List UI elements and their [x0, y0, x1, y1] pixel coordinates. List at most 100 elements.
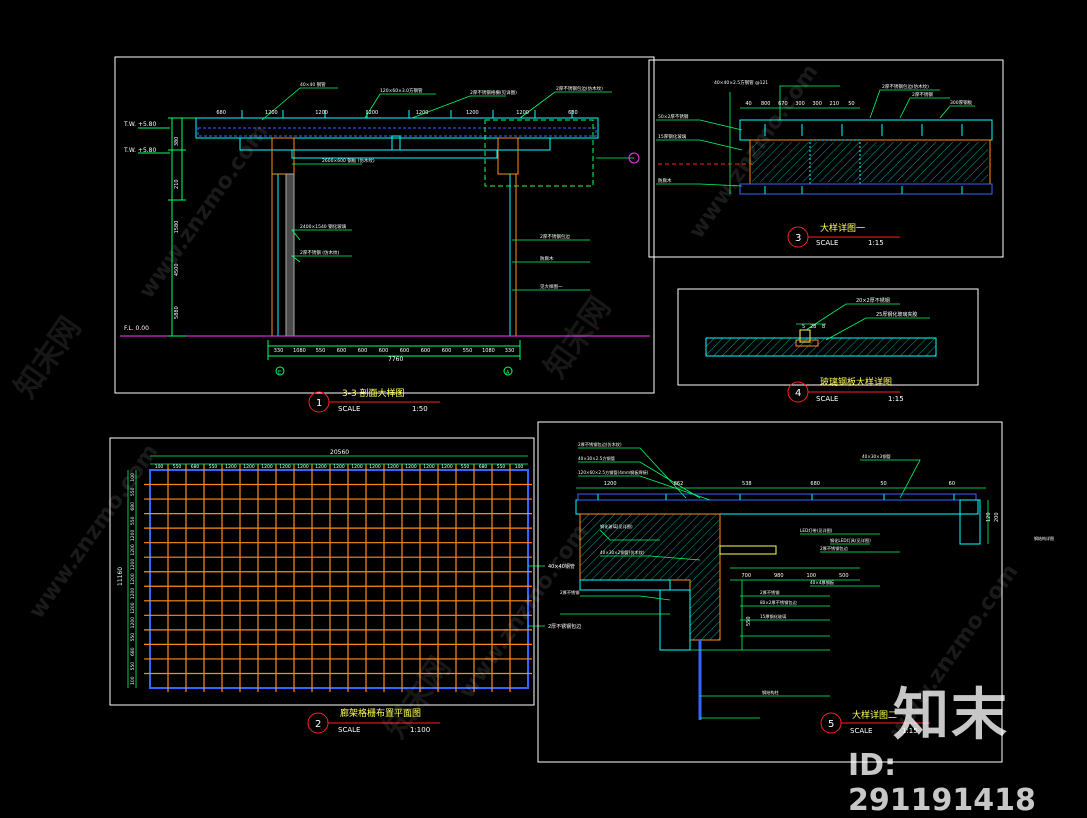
d5-note-2: 120×60×2.5方钢管(4mm钢板焊接)	[578, 469, 649, 476]
grid-plan-lines	[144, 464, 532, 692]
watermark-brand-1: 知末网	[8, 311, 88, 405]
d5-note-10: 40×4厚钢板	[810, 579, 835, 586]
d5-note-11: 2厚不锈钢	[760, 589, 779, 596]
d2-top-dim-4: 1200	[225, 464, 237, 470]
drawing-1-title: 3-3 剖面大样图	[342, 387, 405, 399]
d1-bottom-dim-4: 600	[358, 348, 368, 354]
d1-bottom-dim-8: 600	[442, 348, 452, 354]
d2-top-dim-17: 550	[461, 464, 470, 470]
level-label-2: T.W. +5.80	[123, 147, 156, 154]
d3-note-2: 2厚不锈钢	[912, 91, 933, 98]
d1-note-4: 2400×1540 钢化玻璃	[300, 223, 347, 230]
d2-top-dim-14: 1200	[405, 464, 417, 470]
d5-note-12: 80×2厚不锈钢包边	[760, 599, 797, 606]
plan-total-width: 20560	[330, 449, 349, 456]
d5-note-9: 2厚不锈钢包边	[820, 545, 849, 552]
d2-left-dim-14: 100	[130, 676, 136, 685]
d5-mid-dim-1: 980	[774, 573, 784, 579]
d1-note-3: 2厚不锈钢包边(仿木纹)	[556, 85, 603, 92]
d2-left-dim-9: 1200	[130, 602, 136, 614]
d2-left-dim-3: 550	[130, 516, 136, 525]
drawing-5-right-dim-2: 200	[994, 512, 1000, 522]
d1-bottom-dim-9: 550	[463, 348, 473, 354]
d1-bottom-dim-1: 1080	[293, 348, 306, 354]
d5-note-4: 钢化玻璃(见详图)	[600, 523, 633, 530]
drawing-1-number: 1	[316, 398, 322, 409]
d2-top-dim-5: 1200	[243, 464, 255, 470]
drawing-1-scale-label: SCALE	[338, 405, 360, 413]
d1-bottom-dim-11: 330	[505, 348, 515, 354]
drawing-5-number: 5	[828, 719, 834, 730]
drawing-4-scale-value: 1:15	[888, 395, 904, 403]
drawing-1-scale-value: 1:50	[412, 405, 428, 413]
drawing-1-top-dims: 680 1200 1200 1200 1200 1200 1200 680	[216, 110, 577, 116]
drawing-5-mid-dims: 700 980 100 500	[741, 573, 848, 579]
d2-left-dim-11: 550	[130, 633, 136, 642]
d1-note-9: 见大样图一	[540, 283, 563, 290]
plan-total-height: 11160	[117, 567, 124, 586]
d5-top-dim-1: 862	[674, 481, 684, 487]
drawing-3-scale-label: SCALE	[816, 239, 838, 247]
d3-dim-6: 50	[848, 101, 854, 107]
d5-note-13: 15厚钢化玻璃	[760, 613, 786, 620]
drawing-2-top-dims: 100 550 680 550 1200 1200 1200 1200 1200 1200 1200…	[155, 464, 524, 470]
level-label-3: F.L. 0.00	[124, 325, 149, 332]
d3-dim-4: 300	[812, 101, 822, 107]
d2-top-dim-13: 1200	[387, 464, 399, 470]
d5-top-dim-2: 538	[742, 481, 752, 487]
d2-left-dim-4: 1200	[130, 530, 136, 542]
d1-bottom-dim-2: 550	[316, 348, 326, 354]
d2-top-dim-9: 1200	[315, 464, 327, 470]
d3-dim-0: 40	[745, 101, 751, 107]
drawing-5-scale-label: SCALE	[850, 727, 872, 735]
watermark-brand-2: 知末网	[538, 291, 618, 385]
watermark-site-4: www.znzmo.com	[454, 520, 593, 704]
drawing-4-dim-2: 28	[810, 324, 816, 330]
d1-bottom-dim-5: 600	[379, 348, 389, 354]
d1-note-6: 2600×600 钢板 (仿木纹)	[322, 157, 375, 164]
d1-top-dim-5: 1200	[466, 110, 479, 116]
d2-top-dim-10: 1200	[333, 464, 345, 470]
d5-note-0: 2厚不锈钢包边(仿木纹)	[578, 441, 622, 448]
d3-note-4: 50×2厚不锈钢	[658, 113, 689, 120]
d2-left-dim-7: 1200	[130, 573, 136, 585]
d1-left-dim-1: 210	[174, 179, 180, 189]
d1-bottom-dim-3: 600	[337, 348, 347, 354]
drawing-2-note-2: 2厚不锈钢包边	[548, 623, 581, 630]
d2-left-dim-5: 1200	[130, 544, 136, 556]
drawing-1-bottom-total: 7760	[388, 356, 403, 363]
d1-left-dim-4: 5880	[174, 306, 180, 319]
drawing-5-side-label: 钢结构详图	[1034, 535, 1054, 541]
d5-top-dim-5: 60	[949, 481, 955, 487]
d5-note-1: 40×30×2.5方钢管	[578, 455, 615, 462]
d5-top-dim-3: 680	[810, 481, 820, 487]
d2-top-dim-19: 550	[497, 464, 506, 470]
d1-top-dim-2: 1200	[315, 110, 328, 116]
drawing-5-right-dim-1: 120	[986, 512, 992, 522]
d2-top-dim-16: 1200	[441, 464, 453, 470]
drawing-3-number: 3	[795, 233, 801, 244]
d1-top-dim-6: 1200	[516, 110, 529, 116]
d5-mid-dim-2: 100	[806, 573, 816, 579]
d1-bottom-dim-10: 1080	[482, 348, 495, 354]
axis-a-label: A	[506, 370, 510, 376]
d1-bottom-dim-6: 600	[400, 348, 410, 354]
d5-note-7: LED灯带(见详图)	[800, 527, 833, 534]
d1-note-8: 防腐木	[540, 255, 554, 262]
d2-left-dim-6: 1200	[130, 559, 136, 571]
d1-bottom-dim-7: 600	[421, 348, 431, 354]
d3-note-5: 15厚钢化玻璃	[658, 133, 687, 140]
drawing-2-left-dims: 100 550 680 550 1200 1200 1200 1200 1200 1200 1200…	[130, 473, 136, 685]
watermark-site-3: www.znzmo.com	[24, 440, 163, 624]
drawing-4-dim-3: 8	[822, 324, 825, 330]
d2-top-dim-1: 550	[173, 464, 182, 470]
d2-top-dim-3: 550	[209, 464, 218, 470]
drawing-3-title: 大样详图一	[820, 222, 865, 234]
d1-note-5: 2厚不锈钢 (仿木纹)	[300, 249, 340, 256]
drawing-4-frame	[677, 288, 979, 386]
id-watermark: ID: 291191418	[848, 748, 1036, 818]
d3-dim-5: 210	[830, 101, 840, 107]
d5-note-8: 钢化LED灯具(见详图)	[830, 537, 871, 544]
d5-note-14: 钢结构柱	[762, 689, 780, 696]
d3-note-0: 40×40×2.5方钢管 @121	[714, 79, 768, 86]
